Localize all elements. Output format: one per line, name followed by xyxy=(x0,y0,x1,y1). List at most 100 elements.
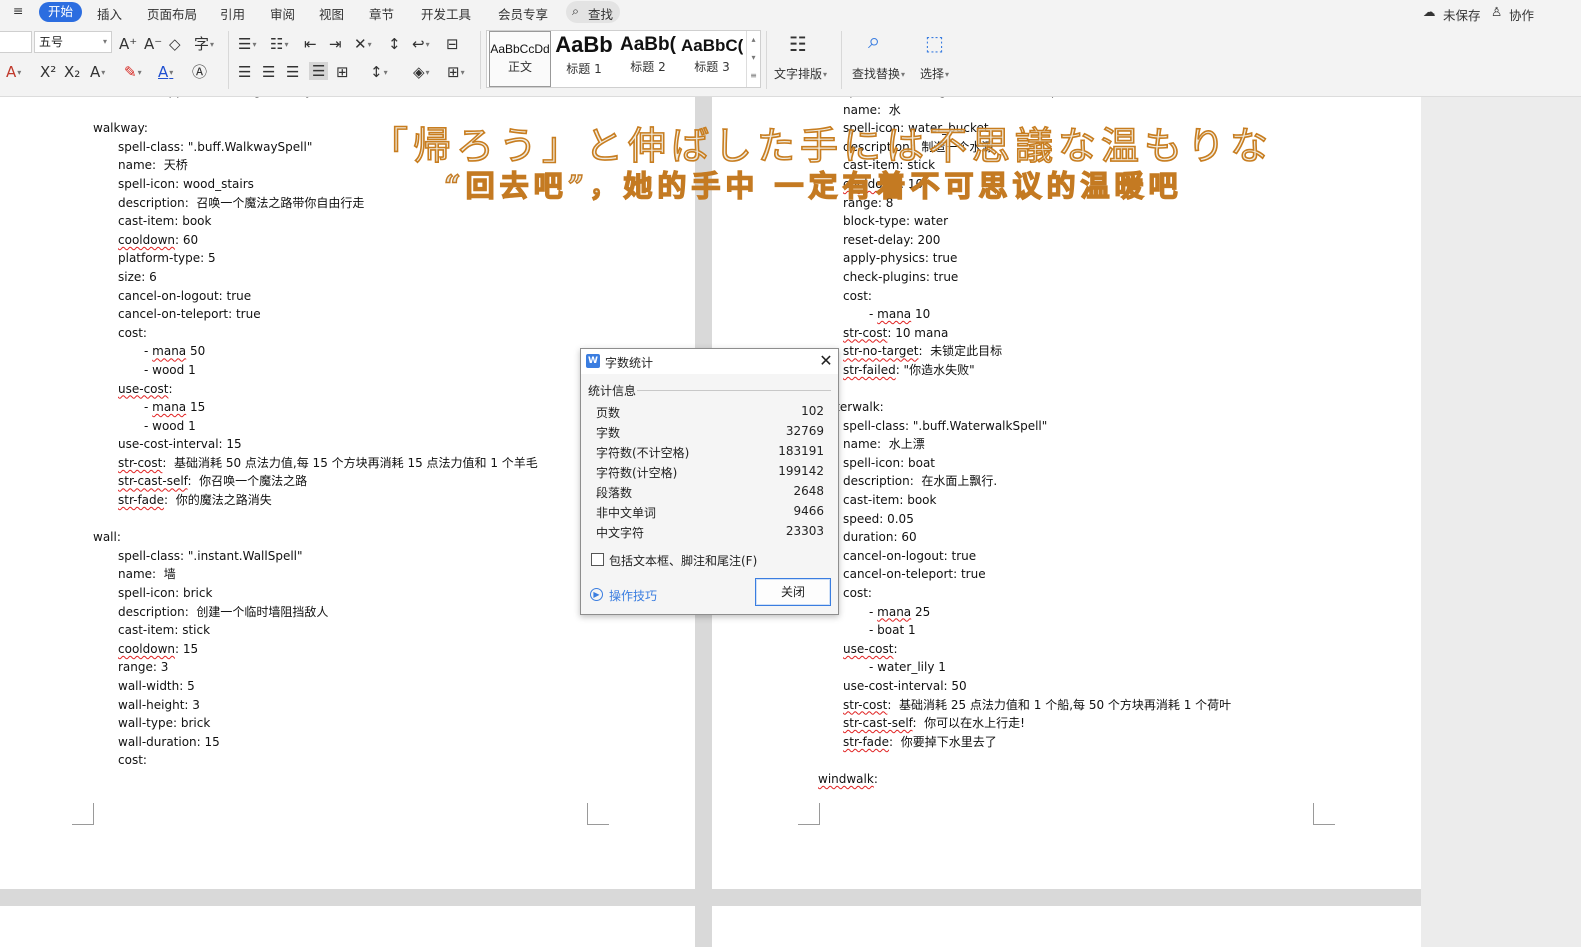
font-color-a-icon[interactable]: A▾ xyxy=(6,63,21,82)
spellcheck-word[interactable]: str-cast-self xyxy=(843,716,912,730)
doc-line[interactable]: speed: 0.05 xyxy=(818,510,1231,529)
doc-line[interactable]: - mana 25 xyxy=(818,603,1231,622)
page-left-next[interactable] xyxy=(0,906,695,947)
doc-line[interactable]: spell-icon: boat xyxy=(818,454,1231,473)
font-size-select[interactable]: 五号 ▾ xyxy=(34,31,112,53)
borders-icon[interactable]: ⊞▾ xyxy=(447,63,465,82)
doc-line[interactable]: str-cast-self: 你召唤一个魔法之路 xyxy=(93,472,538,491)
doc-line[interactable]: - wood 1 xyxy=(93,361,538,380)
increase-indent-icon[interactable]: ⇥ xyxy=(329,35,342,53)
numbered-list-icon[interactable]: ☷▾ xyxy=(270,35,288,54)
doc-line[interactable]: cancel-on-logout: true xyxy=(93,287,538,306)
doc-line[interactable]: cast-item: book xyxy=(818,491,1231,510)
doc-line[interactable]: - mana 15 xyxy=(93,398,538,417)
doc-line[interactable]: cancel-on-teleport: true xyxy=(93,305,538,324)
doc-line[interactable]: cancel-on-teleport: true xyxy=(818,565,1231,584)
spellcheck-word[interactable]: windwalk xyxy=(818,772,874,786)
spellcheck-word[interactable]: str-cost xyxy=(843,698,887,712)
doc-line[interactable] xyxy=(818,380,1231,399)
doc-line[interactable]: str-cost: 基础消耗 50 点法力值,每 15 个方块再消耗 15 点法… xyxy=(93,454,538,473)
close-button[interactable]: 关闭 xyxy=(755,578,831,606)
spellcheck-word[interactable]: str-fade xyxy=(118,493,164,507)
shrink-font-icon[interactable]: A⁻ xyxy=(144,35,162,53)
decrease-indent-icon[interactable]: ⇤ xyxy=(304,35,317,53)
doc-line[interactable]: cooldown: 10 xyxy=(818,175,1231,194)
tab-references[interactable]: 引用 xyxy=(220,4,245,23)
doc-line[interactable]: check-plugins: true xyxy=(818,268,1231,287)
doc-line[interactable]: wall-height: 3 xyxy=(93,696,538,715)
doc-line[interactable]: name: 水上漂 xyxy=(818,435,1231,454)
bullet-list-icon[interactable]: ☰▾ xyxy=(238,35,256,54)
doc-line[interactable]: wall-duration: 15 xyxy=(93,733,538,752)
spellcheck-word[interactable]: use-cost xyxy=(843,642,893,656)
doc-line[interactable]: str-fade: 你要掉下水里去了 xyxy=(818,733,1231,752)
doc-line[interactable]: reset-delay: 200 xyxy=(818,231,1231,250)
tab-review[interactable]: 审阅 xyxy=(270,4,295,23)
doc-line[interactable]: block-type: water xyxy=(818,212,1231,231)
page-right-next[interactable] xyxy=(712,906,1421,947)
doc-line[interactable]: str-cost: 基础消耗 25 点法力值和 1 个船,每 50 个方块再消耗… xyxy=(818,696,1231,715)
tab-home[interactable]: 开始 xyxy=(39,2,82,22)
doc-line[interactable]: spell-class: ".buff.WalkwaySpell" xyxy=(93,138,538,157)
doc-line[interactable]: spell-class: ".buff.WaterwalkSpell" xyxy=(818,417,1231,436)
superscript-icon[interactable]: X² xyxy=(40,63,56,81)
doc-line[interactable]: - wood 1 xyxy=(93,417,538,436)
spellcheck-word[interactable]: cooldown xyxy=(118,233,175,247)
style-heading1[interactable]: AaBb 标题 1 xyxy=(553,31,615,87)
doc-line[interactable]: str-cast-self: 你可以在水上行走! xyxy=(818,714,1231,733)
doc-line[interactable]: range: 3 xyxy=(93,658,538,677)
doc-line[interactable]: use-cost: xyxy=(818,640,1231,659)
collab-button[interactable]: 协作 xyxy=(1509,5,1534,24)
doc-line[interactable]: cooldown: 15 xyxy=(93,640,538,659)
doc-line[interactable]: cost: xyxy=(93,751,538,770)
distributed-align-icon[interactable]: ⊞ xyxy=(336,63,349,81)
justify-icon[interactable]: ☰ xyxy=(309,62,329,80)
doc-line[interactable]: spell-icon: brick xyxy=(93,584,538,603)
style-normal[interactable]: AaBbCcDd 正文 xyxy=(489,31,551,87)
char-border-icon[interactable]: Ⓐ xyxy=(192,63,207,81)
search-tab[interactable]: ⌕ 查找 xyxy=(566,1,620,23)
spellcheck-word[interactable]: str-cost xyxy=(118,456,162,470)
distribute-icon[interactable]: ⊟ xyxy=(446,35,459,53)
doc-line[interactable]: name: 水 xyxy=(818,101,1231,120)
doc-line[interactable]: walkway: xyxy=(93,119,538,138)
doc-line[interactable] xyxy=(818,751,1231,770)
tab-page-layout[interactable]: 页面布局 xyxy=(147,4,197,23)
include-textbox-label[interactable]: 包括文本框、脚注和尾注(F) xyxy=(609,552,757,569)
doc-line[interactable]: spell-class: ".instant.WallSpell" xyxy=(93,547,538,566)
doc-line[interactable]: description: 制造一个水源 xyxy=(818,138,1231,157)
spellcheck-word[interactable]: mana xyxy=(877,605,911,619)
tab-member[interactable]: 会员专享 xyxy=(498,4,548,23)
doc-line[interactable]: cooldown: 60 xyxy=(93,231,538,250)
spellcheck-word[interactable]: cooldown xyxy=(843,177,900,191)
menu-icon[interactable]: ≡ xyxy=(13,3,23,18)
doc-line[interactable]: cast-item: stick xyxy=(818,156,1231,175)
doc-line[interactable]: spell-icon: water_bucket xyxy=(818,119,1231,138)
doc-line[interactable]: - boat 1 xyxy=(818,621,1231,640)
spellcheck-word[interactable]: cooldown xyxy=(118,642,175,656)
tab-view[interactable]: 视图 xyxy=(319,4,344,23)
clear-format-icon[interactable]: ◇ xyxy=(169,35,181,53)
doc-line[interactable]: - water_lily 1 xyxy=(818,658,1231,677)
doc-line[interactable]: range: 8 xyxy=(818,194,1231,213)
tips-link[interactable]: 操作技巧 xyxy=(609,587,657,604)
show-marks-icon[interactable]: ↩▾ xyxy=(412,35,430,54)
doc-line[interactable]: name: 墙 xyxy=(93,565,538,584)
style-heading3[interactable]: AaBbC( 标题 3 xyxy=(681,31,743,87)
find-replace-button[interactable]: 查找替换▾ xyxy=(852,65,905,82)
spellcheck-word[interactable]: mana xyxy=(152,344,186,358)
sort-icon[interactable]: ↕ xyxy=(388,35,401,53)
include-textbox-checkbox[interactable] xyxy=(591,553,604,566)
doc-line[interactable]: cast-item: stick xyxy=(93,621,538,640)
doc-line[interactable]: str-no-target: 未锁定此目标 xyxy=(818,342,1231,361)
doc-line[interactable]: wall: xyxy=(93,528,538,547)
spellcheck-word[interactable]: str-cost xyxy=(843,326,887,340)
spellcheck-word[interactable]: str-no-target xyxy=(843,344,918,358)
doc-line[interactable]: cost: xyxy=(818,287,1231,306)
doc-line[interactable]: use-cost-interval: 50 xyxy=(818,677,1231,696)
font-color-icon[interactable]: A▾ xyxy=(158,63,173,82)
doc-line[interactable]: description: 召唤一个魔法之路带你自由行走 xyxy=(93,194,538,213)
line-spacing-icon[interactable]: ↕▾ xyxy=(370,63,388,82)
styles-scroll[interactable]: ▴ ▾ ≡ xyxy=(746,31,760,87)
grow-font-icon[interactable]: A⁺ xyxy=(119,35,137,53)
